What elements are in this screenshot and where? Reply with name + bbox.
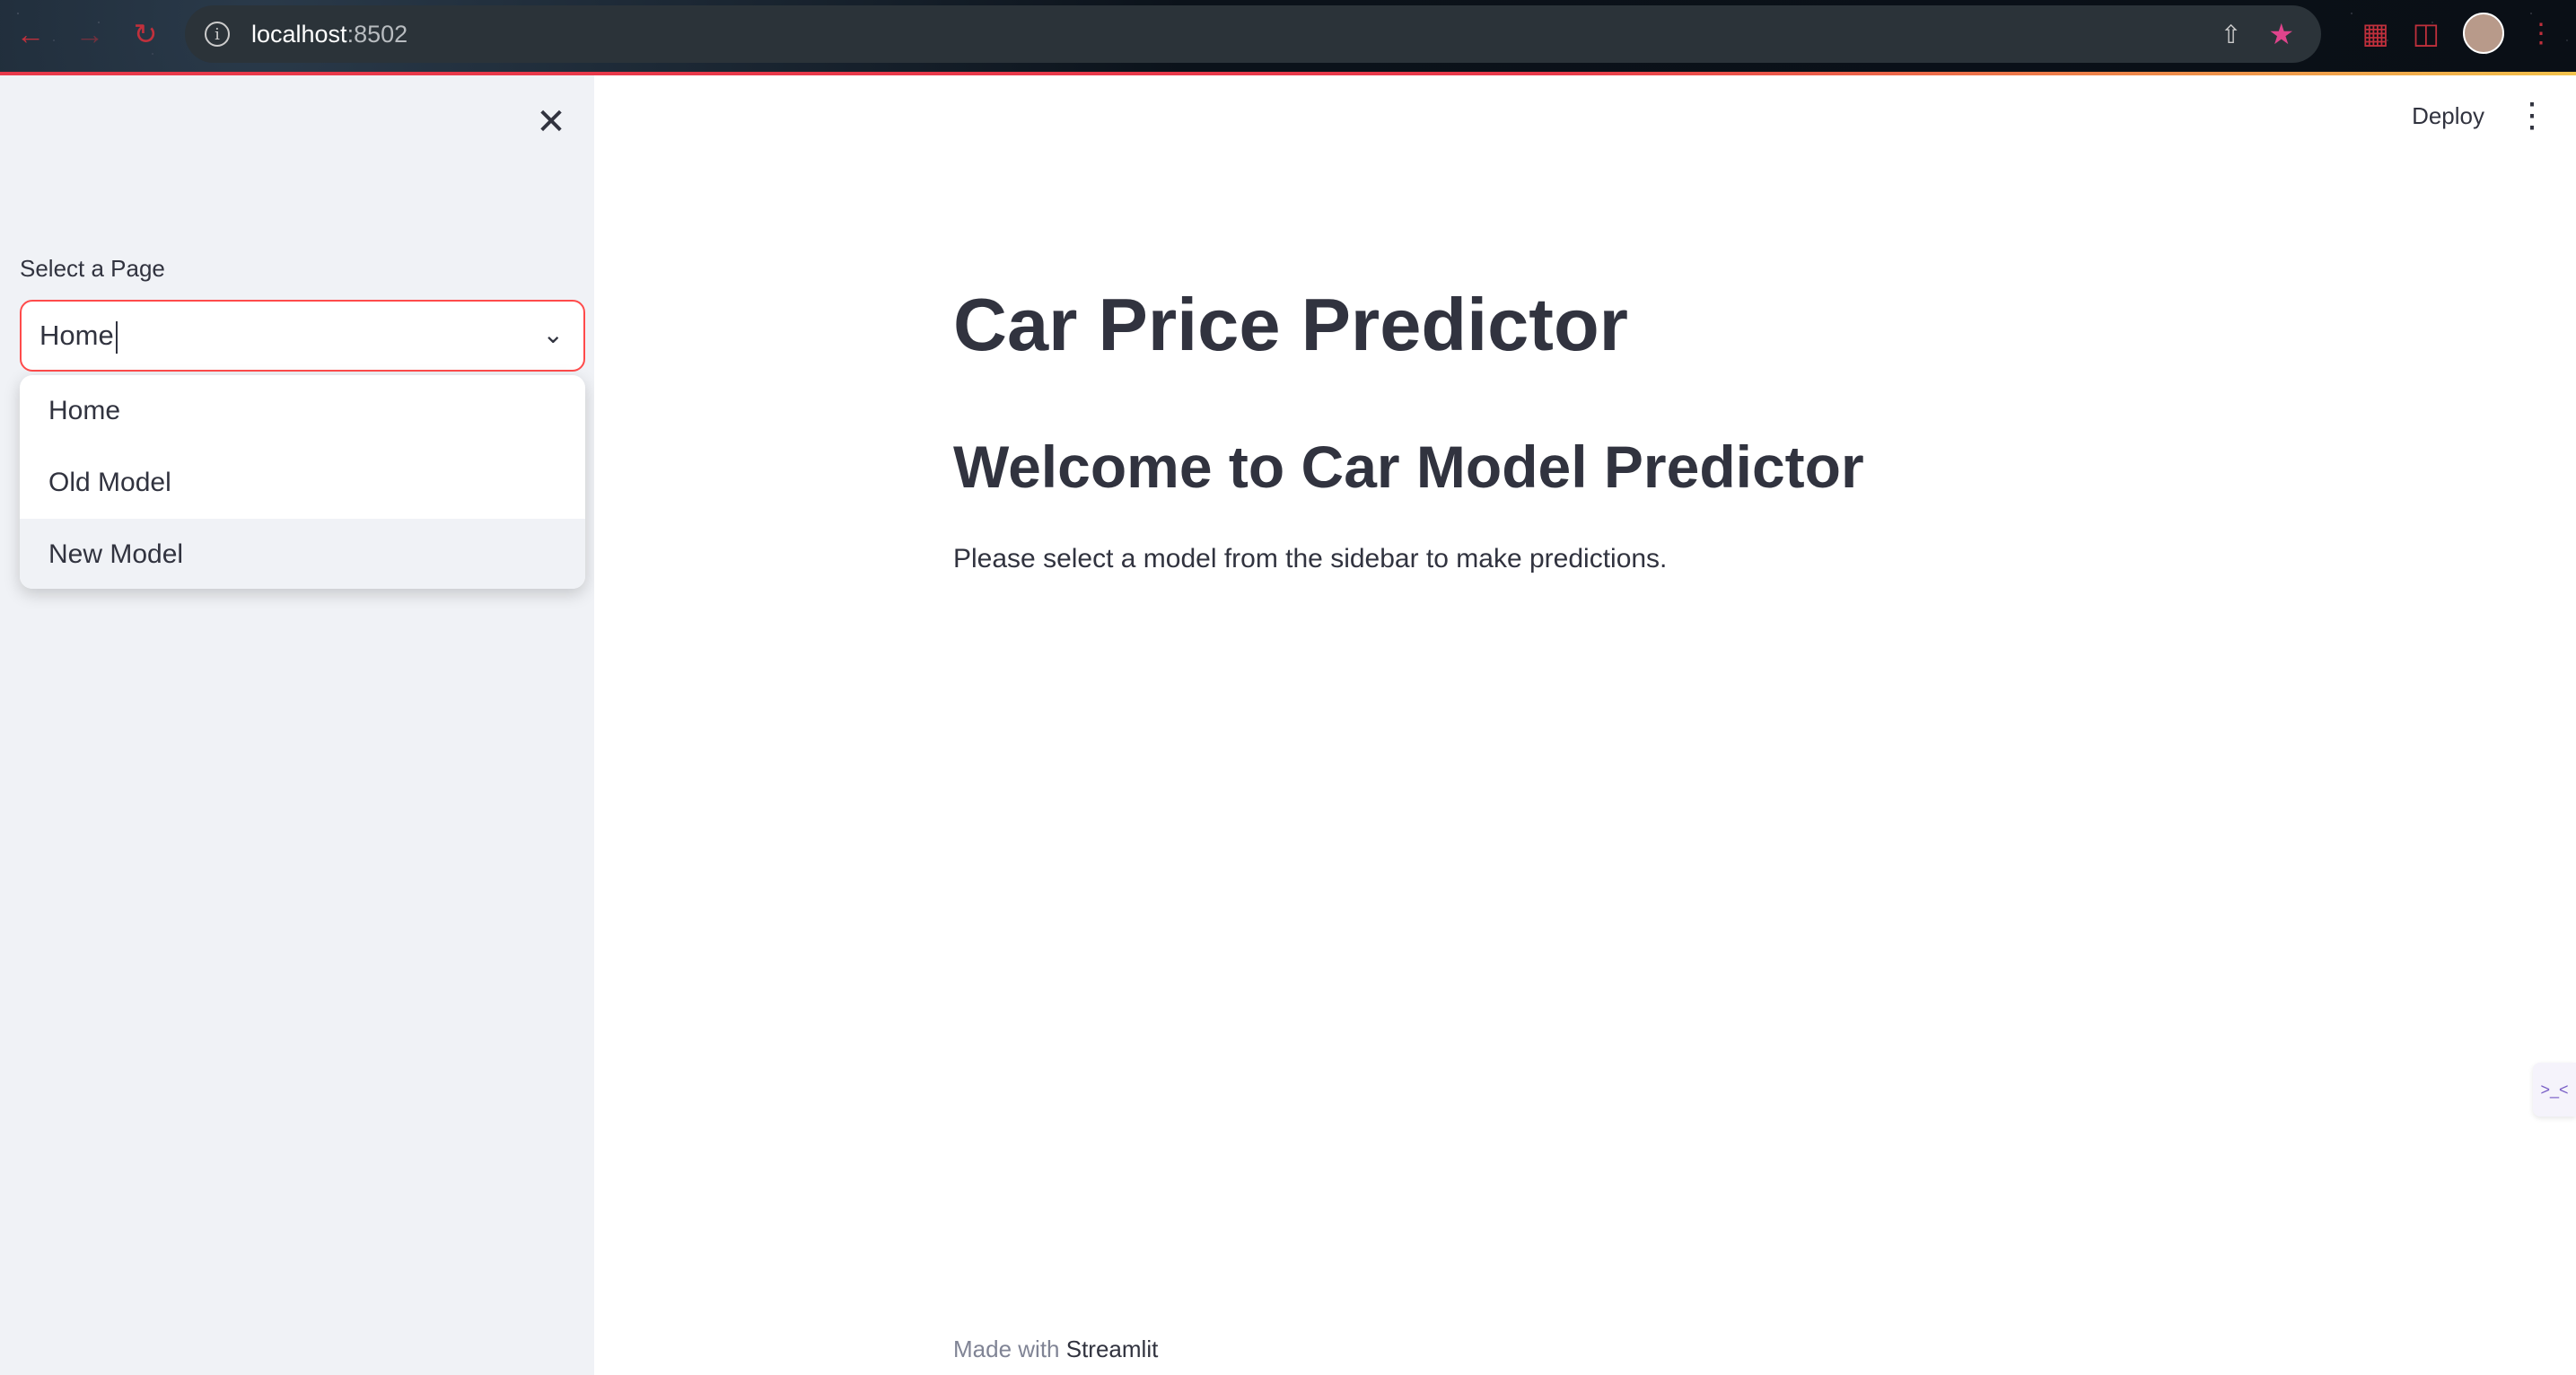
browser-toolbar: ← → ↻ i localhost:8502 ⇧ ★ ▦ ◫ ⋮ bbox=[0, 0, 2576, 72]
url-port: :8502 bbox=[346, 20, 408, 48]
profile-avatar[interactable] bbox=[2463, 13, 2504, 54]
forward-arrow-icon[interactable]: → bbox=[72, 16, 108, 52]
option-old-model[interactable]: Old Model bbox=[20, 447, 585, 519]
url-host: localhost bbox=[251, 20, 347, 48]
chevron-down-icon[interactable]: ⌄ bbox=[543, 320, 564, 349]
sidebar-icon[interactable]: ◫ bbox=[2413, 16, 2440, 50]
text-caret bbox=[115, 320, 118, 354]
reload-icon[interactable]: ↻ bbox=[127, 16, 163, 52]
star-icon[interactable]: ★ bbox=[2268, 17, 2294, 51]
side-widget-icon[interactable]: >_< bbox=[2533, 1063, 2576, 1117]
main-content: Deploy ⋮ Car Price Predictor Welcome to … bbox=[594, 75, 2576, 1375]
back-arrow-icon[interactable]: ← bbox=[13, 16, 48, 52]
browser-menu-icon[interactable]: ⋮ bbox=[2528, 18, 2554, 49]
page-title: Car Price Predictor bbox=[953, 283, 1628, 366]
select-value[interactable]: Home bbox=[39, 320, 118, 354]
share-icon[interactable]: ⇧ bbox=[2221, 20, 2241, 49]
sidebar: ✕ Select a Page Home ⌄ Home Old Model Ne… bbox=[0, 75, 594, 1375]
instruction-text: Please select a model from the sidebar t… bbox=[953, 544, 1668, 574]
address-bar[interactable]: i localhost:8502 ⇧ ★ bbox=[185, 5, 2321, 63]
info-icon[interactable]: i bbox=[205, 22, 230, 47]
footer: Made with Streamlit bbox=[953, 1336, 1158, 1363]
footer-prefix: Made with bbox=[953, 1336, 1060, 1362]
select-value-text: Home bbox=[39, 320, 114, 351]
option-home[interactable]: Home bbox=[20, 375, 585, 447]
url-text[interactable]: localhost:8502 bbox=[251, 21, 407, 48]
option-new-model[interactable]: New Model bbox=[20, 519, 585, 589]
address-bar-actions: ⇧ ★ bbox=[2221, 5, 2321, 63]
close-icon[interactable]: ✕ bbox=[531, 102, 571, 142]
main-menu-icon[interactable]: ⋮ bbox=[2515, 95, 2549, 136]
page-subtitle: Welcome to Car Model Predictor bbox=[953, 434, 1864, 500]
extensions-icon[interactable]: ▦ bbox=[2362, 16, 2389, 50]
deploy-button[interactable]: Deploy bbox=[2412, 102, 2484, 130]
extension-area: ▦ ◫ ⋮ bbox=[2362, 13, 2554, 54]
page-select[interactable]: Home ⌄ bbox=[20, 300, 585, 372]
streamlit-link[interactable]: Streamlit bbox=[1066, 1336, 1159, 1362]
select-dropdown-menu: Home Old Model New Model bbox=[20, 375, 585, 589]
select-label: Select a Page bbox=[20, 255, 165, 282]
